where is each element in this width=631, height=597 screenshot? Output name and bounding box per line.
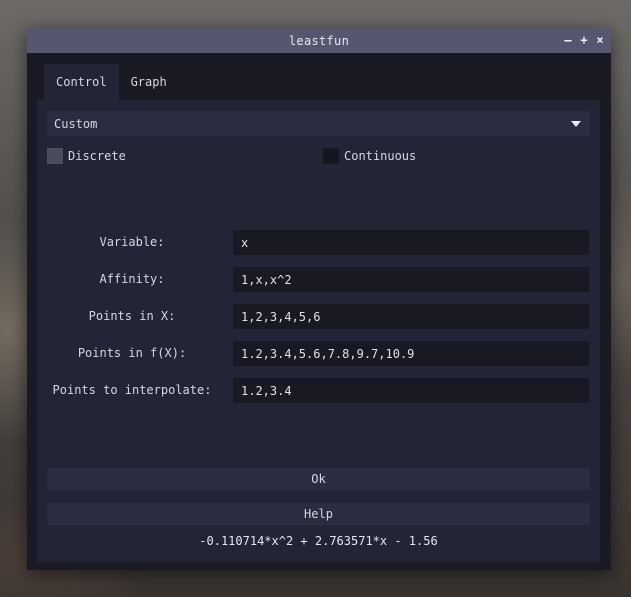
continuous-checkbox-box[interactable] — [323, 148, 339, 164]
discrete-checkbox[interactable]: Discrete — [47, 148, 126, 164]
mode-dropdown-value: Custom — [54, 116, 98, 131]
chevron-down-icon — [571, 120, 581, 127]
window-title: leastfun — [288, 33, 350, 48]
discrete-checkbox-label: Discrete — [68, 149, 126, 163]
tab-bar: Control Graph — [44, 64, 179, 100]
variable-label: Variable: — [99, 235, 165, 249]
mode-dropdown[interactable]: Custom — [47, 111, 590, 136]
tab-control[interactable]: Control — [44, 64, 119, 100]
maximize-button[interactable]: + — [579, 28, 589, 53]
discrete-checkbox-box[interactable] — [47, 148, 63, 164]
points-interpolate-input[interactable] — [233, 378, 589, 403]
points-x-input[interactable] — [233, 304, 589, 329]
points-fx-label: Points in f(X): — [77, 346, 187, 360]
points-interpolate-label: Points to interpolate: — [52, 383, 212, 397]
window-controls: – + × — [563, 28, 605, 53]
result-expression: -0.110714*x^2 + 2.763571*x - 1.56 — [199, 534, 438, 548]
tab-graph[interactable]: Graph — [119, 64, 179, 100]
continuous-checkbox[interactable]: Continuous — [323, 148, 416, 164]
minimize-button[interactable]: – — [563, 28, 573, 53]
affinity-input[interactable] — [233, 267, 589, 292]
ok-button[interactable]: Ok — [47, 468, 590, 490]
close-button[interactable]: × — [595, 28, 605, 53]
variable-input[interactable] — [233, 230, 589, 255]
affinity-label: Affinity: — [99, 272, 165, 286]
title-bar[interactable]: leastfun – + × — [27, 28, 611, 53]
continuous-checkbox-label: Continuous — [344, 149, 417, 163]
points-fx-input[interactable] — [233, 341, 589, 366]
control-panel: Custom Discrete Continuous Variable: Aff… — [37, 100, 600, 562]
help-button[interactable]: Help — [47, 503, 590, 525]
app-window: leastfun – + × Control Graph Custom Disc… — [27, 28, 611, 570]
points-x-label: Points in X: — [88, 309, 176, 323]
